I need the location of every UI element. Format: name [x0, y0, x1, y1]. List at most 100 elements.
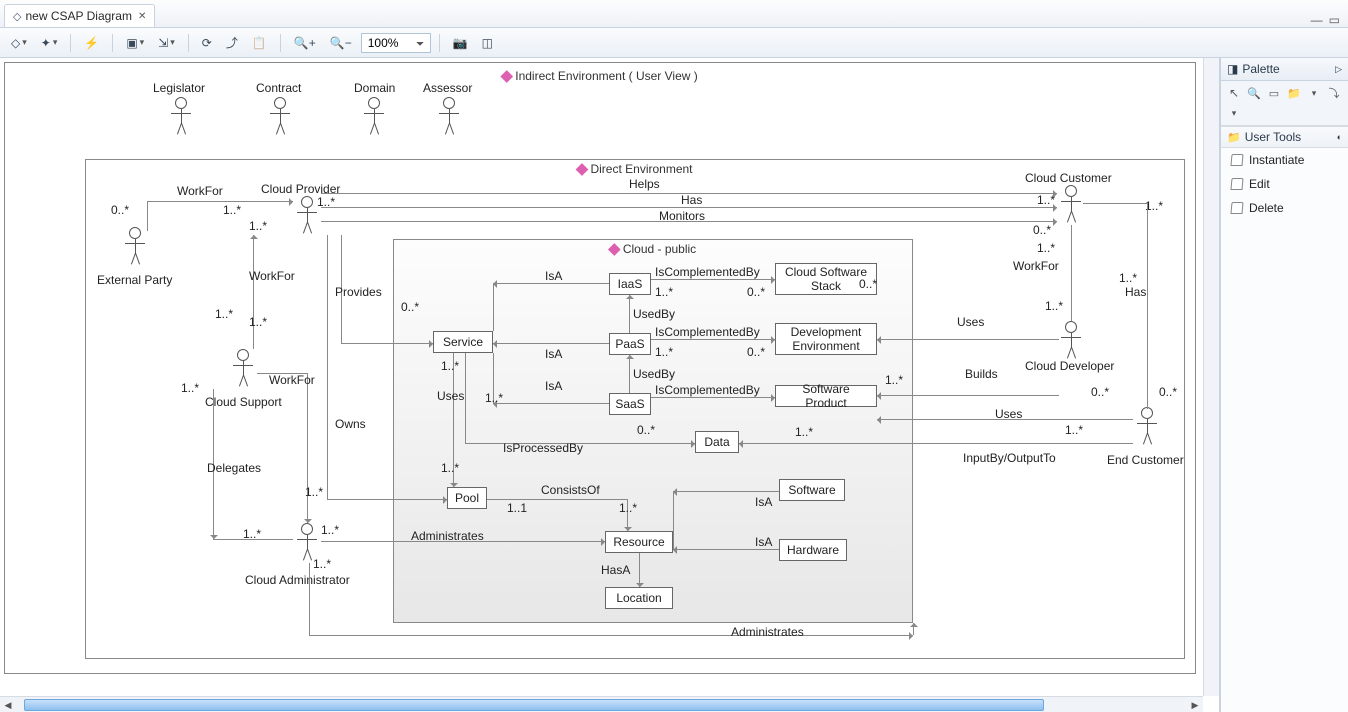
palette-panel: ◨ Palette ▷ 🔍 ▭ ▾ ⤵ ▾ User Tools ◐ Insta… [1220, 58, 1348, 712]
frame-direct-title: Direct Environment [590, 162, 692, 176]
export-button[interactable]: ⤴ [221, 31, 243, 54]
diamond-icon [608, 243, 621, 256]
zoom-out-button[interactable]: 🔍− [325, 33, 357, 53]
actor-end-customer[interactable] [1133, 407, 1161, 447]
chevron-right-icon[interactable]: ▷ [1335, 64, 1342, 75]
box-data[interactable]: Data [695, 431, 739, 453]
line-workfor-ep-cp [147, 201, 293, 202]
diagram-canvas[interactable]: Indirect Environment ( User View ) Legis… [4, 62, 1196, 674]
line-uses-devenv [877, 339, 1059, 340]
zoom-tool[interactable]: 🔍 [1245, 84, 1263, 102]
actor-external-party[interactable] [121, 227, 149, 267]
actor-contract[interactable] [266, 97, 294, 137]
actor-domain[interactable] [360, 97, 388, 137]
tool-icon [1230, 154, 1243, 166]
actor-cloud-admin-label: Cloud Administrator [245, 573, 350, 587]
layers-button[interactable]: ◫ [477, 33, 498, 53]
line-has [321, 207, 1057, 208]
actor-external-party-label: External Party [97, 273, 172, 287]
tool-instantiate[interactable]: Instantiate [1221, 148, 1348, 172]
box-hardware[interactable]: Hardware [779, 539, 847, 561]
palette-toolbar: 🔍 ▭ ▾ ⤵ ▾ [1221, 81, 1348, 126]
line-provides [341, 343, 433, 344]
diagram-canvas-wrap: Indirect Environment ( User View ) Legis… [0, 58, 1220, 712]
line-hasa [639, 553, 640, 587]
select-tool[interactable] [1225, 84, 1243, 102]
note-tool[interactable]: ▭ [1265, 84, 1283, 102]
vertical-scrollbar[interactable] [1203, 58, 1219, 696]
actor-contract-label: Contract [256, 81, 301, 95]
line-usedby-2 [629, 355, 630, 393]
diamond-icon [500, 70, 513, 83]
actor-legislator-label: Legislator [153, 81, 205, 95]
line-workfor-cs-cp [253, 235, 254, 349]
actor-assessor-label: Assessor [423, 81, 472, 95]
actor-cloud-support[interactable] [229, 349, 257, 389]
line-admin-cloud [309, 635, 913, 636]
paste-button[interactable]: 📋 [247, 33, 272, 53]
line-isa-paas [493, 343, 609, 344]
line-inputoutput [739, 443, 1133, 444]
actor-cloud-customer-label: Cloud Customer [1025, 171, 1112, 185]
actor-cloud-support-label: Cloud Support [205, 395, 282, 409]
tab-bar: ◇ new CSAP Diagram ✕ — ▭ [0, 0, 1348, 28]
filter-button[interactable]: ▣▾ [121, 33, 149, 53]
close-icon[interactable]: ✕ [138, 11, 146, 22]
dropdown-icon-2[interactable]: ▾ [1225, 104, 1243, 122]
box-swprod[interactable]: Software Product [775, 385, 877, 407]
line-comp-paas [651, 339, 775, 340]
highlight-button[interactable]: ⚡ [79, 33, 104, 53]
box-devenv[interactable]: Development Environment [775, 323, 877, 355]
line-isa-hardware [673, 549, 779, 550]
tool-delete[interactable]: Delete [1221, 196, 1348, 220]
pin-button[interactable]: ⇲▾ [153, 33, 180, 53]
diamond-icon [576, 163, 589, 176]
line-isa-iaas [493, 283, 609, 284]
tool-edit[interactable]: Edit [1221, 172, 1348, 196]
layout-button[interactable]: ✦▾ [36, 33, 63, 53]
tool-icon [1230, 178, 1243, 190]
palette-section-header[interactable]: User Tools ◐ [1221, 126, 1348, 148]
editor-tab[interactable]: ◇ new CSAP Diagram ✕ [4, 4, 155, 27]
zoom-select[interactable]: 100% [361, 33, 431, 53]
box-resource[interactable]: Resource [605, 531, 673, 553]
box-service[interactable]: Service [433, 331, 493, 353]
tab-title: new CSAP Diagram [25, 9, 132, 23]
actor-end-customer-label: End Customer [1107, 453, 1184, 467]
collapse-icon[interactable]: ◐ [1337, 132, 1342, 142]
import-tool[interactable]: ⤵ [1325, 84, 1343, 102]
palette-title: Palette [1242, 62, 1279, 76]
dropdown-icon[interactable]: ▾ [1305, 84, 1323, 102]
horizontal-scrollbar[interactable]: ◀ ▶ [0, 696, 1203, 712]
toolbar: ◇▾ ✦▾ ⚡ ▣▾ ⇲▾ ⟳ ⤴ 📋 🔍+ 🔍− 100% 📷 ◫ [0, 28, 1348, 58]
palette-icon: ◨ [1227, 62, 1238, 76]
line-owns [327, 499, 447, 500]
rel-workfor: WorkFor [177, 184, 223, 198]
diagram-icon: ◇ [13, 10, 21, 23]
line-comp-saas [651, 397, 775, 398]
connector-style-button[interactable]: ◇▾ [6, 33, 32, 53]
snapshot-button[interactable]: 📷 [448, 33, 473, 53]
actor-legislator[interactable] [167, 97, 195, 137]
scroll-right-icon[interactable]: ▶ [1187, 697, 1203, 712]
box-software[interactable]: Software [779, 479, 845, 501]
refresh-button[interactable]: ⟳ [197, 33, 217, 53]
actor-cloud-developer[interactable] [1057, 321, 1085, 361]
folder-tool[interactable] [1285, 84, 1303, 102]
actor-domain-label: Domain [354, 81, 395, 95]
line-usedby-1 [629, 295, 630, 333]
restore-icon[interactable]: ▭ [1329, 13, 1340, 27]
actor-cloud-customer[interactable] [1057, 185, 1085, 225]
minimize-icon[interactable]: — [1311, 13, 1323, 27]
zoom-in-button[interactable]: 🔍+ [289, 33, 321, 53]
palette-header[interactable]: ◨ Palette ▷ [1221, 58, 1348, 81]
actor-assessor[interactable] [435, 97, 463, 137]
frame-indirect-title: Indirect Environment ( User View ) [515, 69, 698, 83]
line-workfor-ca-cs [307, 373, 308, 523]
actor-cloud-developer-label: Cloud Developer [1025, 359, 1114, 373]
scroll-left-icon[interactable]: ◀ [0, 697, 16, 712]
folder-icon [1227, 130, 1241, 144]
scroll-thumb[interactable] [24, 699, 1044, 711]
box-saas[interactable]: SaaS [609, 393, 651, 415]
line-isa-saas [493, 403, 609, 404]
